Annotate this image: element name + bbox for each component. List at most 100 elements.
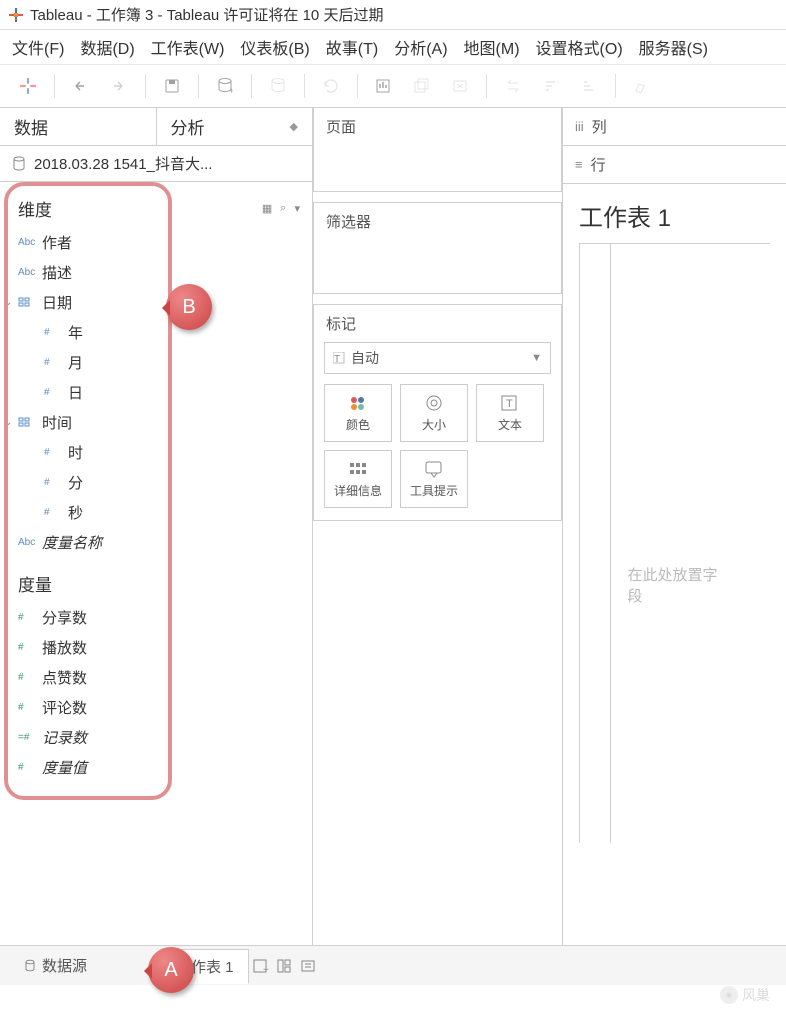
svg-text:+: + xyxy=(229,86,233,95)
search-fields-icon[interactable]: ⌕ xyxy=(280,202,286,215)
annotation-badge-a: A xyxy=(148,947,194,993)
toolbar: + xyxy=(0,64,786,108)
chevron-down-icon[interactable]: ⌄ xyxy=(4,297,12,308)
datasource-item[interactable]: 2018.03.28 1541_抖音大... xyxy=(0,146,312,182)
marks-card: 标记 T自动 ▼ 颜色 大小 T文本 详细信息 工具提示 xyxy=(313,304,562,521)
field-time-group[interactable]: ⌄时间 xyxy=(0,407,312,437)
tooltip-icon xyxy=(424,460,444,478)
menu-analysis[interactable]: 分析(A) xyxy=(390,31,451,63)
menu-server[interactable]: 服务器(S) xyxy=(635,31,712,63)
new-story-icon[interactable] xyxy=(297,954,321,978)
field-likes[interactable]: #点赞数 xyxy=(0,662,312,692)
chevron-down-icon: ▼ xyxy=(531,352,542,364)
highlight-button[interactable] xyxy=(624,70,660,102)
rows-icon: ≡ xyxy=(575,157,583,172)
wechat-icon: ✷ xyxy=(720,986,738,1004)
field-month[interactable]: #月 xyxy=(0,347,312,377)
color-icon xyxy=(348,394,368,412)
watermark: ✷ 风巢 xyxy=(720,985,770,1005)
swap-button[interactable] xyxy=(495,70,531,102)
new-dashboard-icon[interactable] xyxy=(273,954,297,978)
tableau-home-icon[interactable] xyxy=(10,70,46,102)
annotation-badge-b: B xyxy=(166,284,212,330)
field-measure-names[interactable]: Abc度量名称 xyxy=(0,527,312,557)
marks-detail-button[interactable]: 详细信息 xyxy=(324,450,392,508)
sort-desc-button[interactable] xyxy=(571,70,607,102)
marks-type-dropdown[interactable]: T自动 ▼ xyxy=(324,342,551,374)
menu-map[interactable]: 地图(M) xyxy=(460,31,524,63)
field-measure-values[interactable]: #度量值 xyxy=(0,752,312,782)
filters-title: 筛选器 xyxy=(314,203,561,240)
menu-worksheet[interactable]: 工作表(W) xyxy=(147,31,229,63)
clear-button[interactable] xyxy=(442,70,478,102)
measures-list: #分享数 #播放数 #点赞数 #评论数 =#记录数 #度量值 xyxy=(0,602,312,782)
marks-title: 标记 xyxy=(314,305,561,342)
duplicate-button[interactable] xyxy=(404,70,440,102)
marks-tooltip-button[interactable]: 工具提示 xyxy=(400,450,468,508)
field-records[interactable]: =#记录数 xyxy=(0,722,312,752)
worksheet-view[interactable]: 工作表 1 在此处放置字段 xyxy=(563,184,786,958)
tab-datasource[interactable]: 数据源 xyxy=(10,949,101,982)
chevron-down-icon[interactable]: ⌄ xyxy=(4,417,12,428)
pause-auto-updates-button[interactable] xyxy=(260,70,296,102)
database-icon xyxy=(12,156,26,172)
field-day[interactable]: #日 xyxy=(0,377,312,407)
new-worksheet-icon[interactable]: + xyxy=(249,954,273,978)
menu-file[interactable]: 文件(F) xyxy=(8,31,68,63)
new-worksheet-button[interactable] xyxy=(366,70,402,102)
field-plays[interactable]: #播放数 xyxy=(0,632,312,662)
text-icon: T xyxy=(500,394,520,412)
columns-shelf[interactable]: iii列 xyxy=(563,108,786,146)
menu-format[interactable]: 设置格式(O) xyxy=(532,31,627,63)
pages-title: 页面 xyxy=(314,108,561,145)
menu-bar: 文件(F) 数据(D) 工作表(W) 仪表板(B) 故事(T) 分析(A) 地图… xyxy=(0,30,786,64)
menu-data[interactable]: 数据(D) xyxy=(76,31,138,63)
dimensions-header: 维度 xyxy=(18,196,52,221)
marks-color-button[interactable]: 颜色 xyxy=(324,384,392,442)
field-hour[interactable]: #时 xyxy=(0,437,312,467)
menu-story[interactable]: 故事(T) xyxy=(322,31,382,63)
field-minute[interactable]: #分 xyxy=(0,467,312,497)
tab-analytics[interactable]: 分析◆ xyxy=(157,108,313,145)
columns-icon: iii xyxy=(575,119,584,134)
detail-icon xyxy=(348,460,368,478)
drop-canvas[interactable]: 在此处放置字段 xyxy=(579,243,770,843)
refresh-button[interactable] xyxy=(313,70,349,102)
title-bar: Tableau - 工作簿 3 - Tableau 许可证将在 10 天后过期 xyxy=(0,0,786,30)
field-second[interactable]: #秒 xyxy=(0,497,312,527)
drop-hint: 在此处放置字段 xyxy=(628,564,723,606)
size-icon xyxy=(424,394,444,412)
fields-menu-icon[interactable]: ▾ xyxy=(294,202,300,215)
svg-text:T: T xyxy=(506,398,513,410)
svg-text:+: + xyxy=(263,965,269,974)
view-area: iii列 ≡行 工作表 1 在此处放置字段 xyxy=(563,108,786,958)
filters-card[interactable]: 筛选器 xyxy=(313,202,562,294)
tableau-logo-icon xyxy=(8,7,24,23)
measures-header: 度量 xyxy=(0,557,312,602)
pages-card[interactable]: 页面 xyxy=(313,108,562,192)
sort-asc-button[interactable] xyxy=(533,70,569,102)
database-icon xyxy=(24,959,36,973)
field-author[interactable]: Abc作者 xyxy=(0,227,312,257)
marks-text-button[interactable]: T文本 xyxy=(476,384,544,442)
tab-data[interactable]: 数据 xyxy=(0,108,157,145)
sheet-title: 工作表 1 xyxy=(579,198,770,233)
text-icon: T xyxy=(333,352,345,364)
menu-dashboard[interactable]: 仪表板(B) xyxy=(236,31,313,63)
datasource-label: 2018.03.28 1541_抖音大... xyxy=(34,153,212,174)
dimensions-list: Abc作者 Abc描述 ⌄日期 #年 #月 #日 ⌄时间 #时 #分 #秒 Ab… xyxy=(0,227,312,557)
sheet-tabs-bar: 数据源 工作表 1 + xyxy=(0,945,786,985)
redo-button[interactable] xyxy=(101,70,137,102)
undo-button[interactable] xyxy=(63,70,99,102)
field-year[interactable]: #年 xyxy=(0,317,312,347)
marks-size-button[interactable]: 大小 xyxy=(400,384,468,442)
new-datasource-button[interactable]: + xyxy=(207,70,243,102)
rows-shelf[interactable]: ≡行 xyxy=(563,146,786,184)
view-list-icon[interactable]: ▦ xyxy=(262,202,272,215)
data-panel: 数据 分析◆ 2018.03.28 1541_抖音大... 维度 ▦ ⌕ ▾ A… xyxy=(0,108,313,958)
field-description[interactable]: Abc描述 xyxy=(0,257,312,287)
field-comments[interactable]: #评论数 xyxy=(0,692,312,722)
save-button[interactable] xyxy=(154,70,190,102)
main-area: 数据 分析◆ 2018.03.28 1541_抖音大... 维度 ▦ ⌕ ▾ A… xyxy=(0,108,786,958)
field-shares[interactable]: #分享数 xyxy=(0,602,312,632)
